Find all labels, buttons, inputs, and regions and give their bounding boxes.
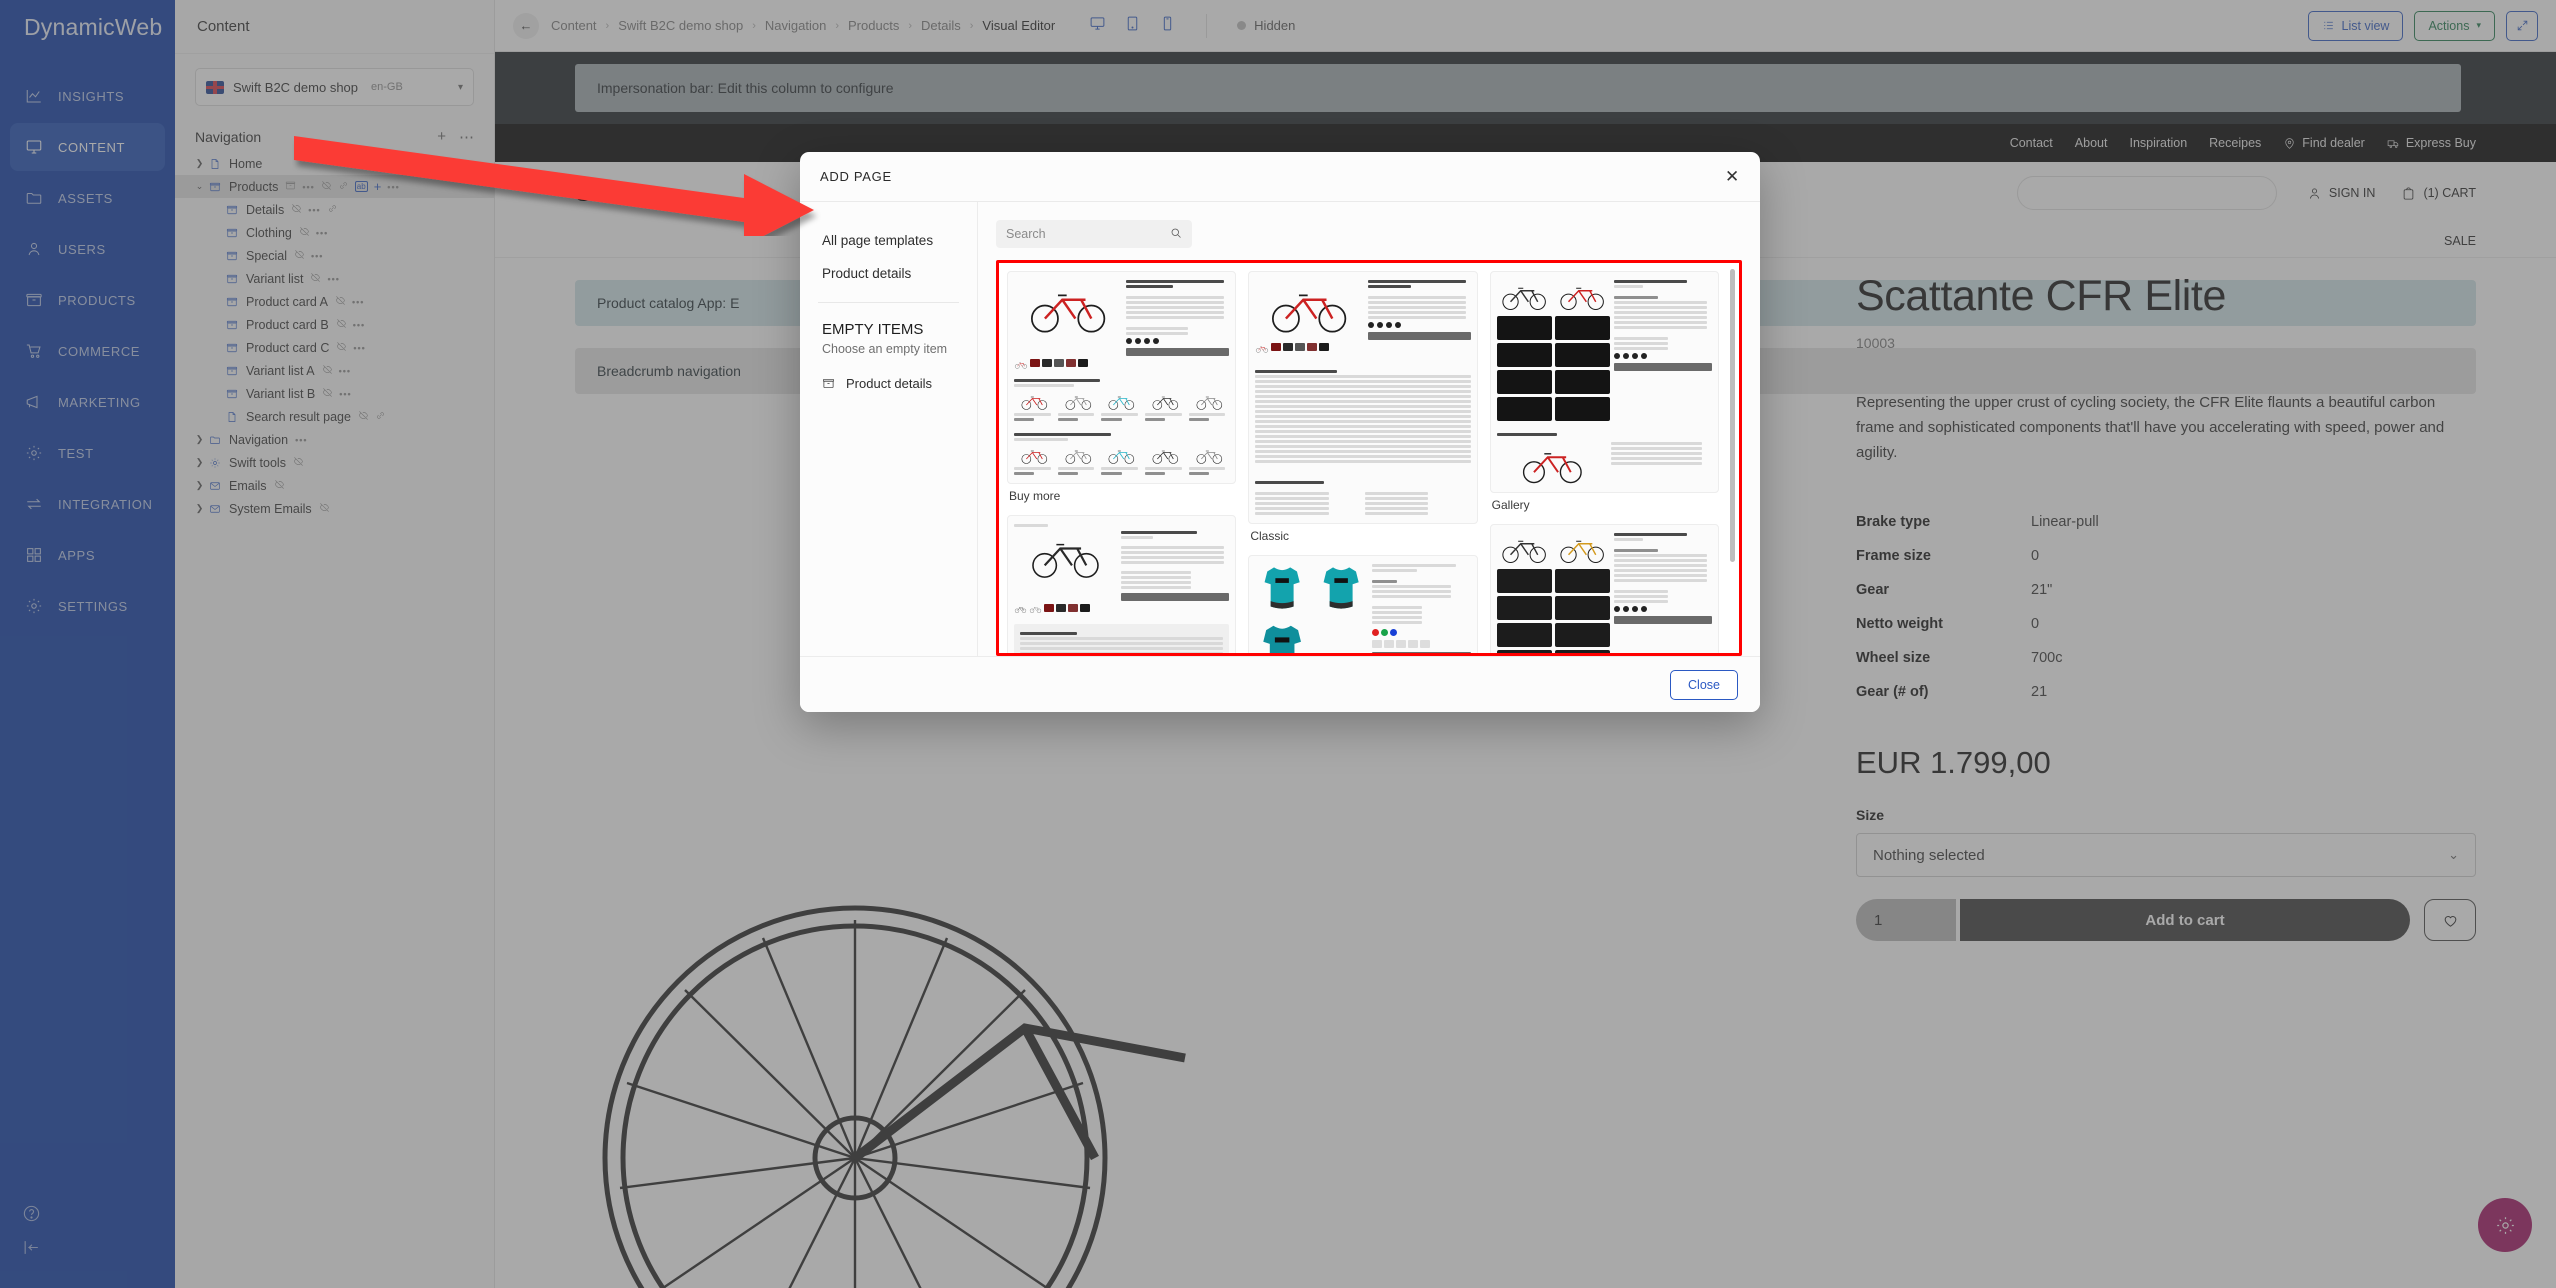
template-thumbnail: [1489, 524, 1719, 653]
template-card-cards[interactable]: Cards: [1007, 515, 1237, 653]
template-thumbnail: [1248, 555, 1478, 653]
box-icon: [823, 379, 834, 388]
empty-item-label: Product details: [846, 376, 932, 391]
empty-items-title: EMPTY ITEMS: [822, 321, 924, 338]
template-grid: Buy more Cards Classic Clothing Gallery Galle…: [1007, 271, 1719, 653]
divider: [818, 302, 959, 303]
template-name: Classic: [1250, 529, 1289, 543]
modal-title: ADD PAGE: [820, 169, 892, 184]
close-button[interactable]: Close: [1670, 669, 1738, 700]
sidebar-item-all-page-templates[interactable]: All page templates: [800, 224, 977, 257]
add-page-modal: ADD PAGE ✕ All page templates Product de…: [800, 152, 1760, 712]
empty-items-subtitle: Choose an empty item: [822, 342, 948, 356]
empty-item-product-details[interactable]: Product details: [800, 368, 977, 399]
modal-sidebar: All page templates Product details EMPTY…: [800, 202, 978, 656]
template-card-classic[interactable]: Classic: [1248, 271, 1478, 543]
sidebar-item-product-details[interactable]: Product details: [800, 257, 977, 290]
template-thumbnail: [1007, 271, 1237, 484]
template-thumbnail: [1248, 271, 1478, 524]
modal-content: Search Buy moreCardsClassicClothingGalle…: [978, 202, 1760, 656]
grid-scrollbar[interactable]: [1730, 269, 1735, 562]
template-grid-highlight: Buy more Cards Classic Clothing Gallery Galle…: [996, 260, 1742, 656]
modal-footer: Close: [800, 656, 1760, 712]
template-card-gallery-light[interactable]: Gallery light: [1489, 524, 1719, 653]
modal-header: ADD PAGE ✕: [800, 152, 1760, 202]
template-search-input[interactable]: Search: [996, 220, 1192, 248]
template-grid-scroll[interactable]: Buy more Cards Classic Clothing Gallery Galle…: [999, 263, 1739, 653]
template-name: Buy more: [1009, 489, 1061, 503]
modal-body: All page templates Product details EMPTY…: [800, 202, 1760, 656]
template-card-buy-more[interactable]: Buy more: [1007, 271, 1237, 503]
template-thumbnail: [1489, 271, 1719, 493]
search-placeholder: Search: [1006, 227, 1046, 241]
template-card-clothing[interactable]: Clothing: [1248, 555, 1478, 653]
search-icon: [1170, 227, 1182, 242]
template-card-gallery[interactable]: Gallery: [1489, 271, 1719, 512]
close-icon[interactable]: ✕: [1725, 168, 1740, 185]
template-thumbnail: [1007, 515, 1237, 653]
template-name: Gallery: [1491, 498, 1530, 512]
